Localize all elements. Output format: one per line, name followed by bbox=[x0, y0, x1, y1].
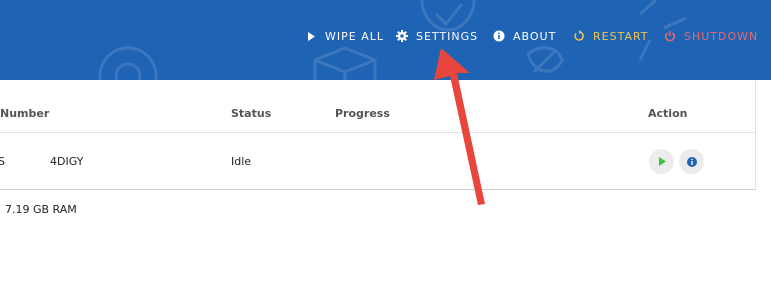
info-icon bbox=[686, 156, 697, 167]
wipe-all-button[interactable]: WIPE ALL bbox=[305, 28, 384, 44]
row-number: 4DIGY bbox=[50, 155, 84, 168]
drives-table bbox=[0, 80, 756, 190]
header-divider bbox=[0, 132, 755, 133]
restart-button[interactable]: RESTART bbox=[573, 28, 649, 44]
settings-label: SETTINGS bbox=[416, 29, 479, 43]
restart-icon bbox=[573, 30, 585, 42]
row-number-prefix: S bbox=[0, 155, 5, 168]
settings-button[interactable]: SETTINGS bbox=[396, 28, 478, 44]
drive-info-button[interactable] bbox=[679, 149, 704, 174]
column-header-progress: Progress bbox=[335, 107, 390, 120]
info-icon bbox=[493, 30, 505, 42]
background-decoration bbox=[98, 0, 687, 80]
column-header-action: Action bbox=[648, 107, 688, 120]
column-header-status: Status bbox=[231, 107, 272, 120]
play-triangle-icon bbox=[305, 30, 317, 42]
start-wipe-button[interactable] bbox=[649, 149, 674, 174]
about-label: ABOUT bbox=[513, 29, 557, 43]
ram-info: 7.19 GB RAM bbox=[5, 203, 77, 216]
column-header-number: Number bbox=[0, 107, 50, 120]
gear-icon bbox=[396, 30, 408, 42]
top-bar: WIPE ALL SETTINGS ABOUT RESTART SHUTDOWN bbox=[0, 0, 771, 80]
shutdown-label: SHUTDOWN bbox=[684, 29, 759, 43]
about-button[interactable]: ABOUT bbox=[493, 28, 556, 44]
shutdown-button[interactable]: SHUTDOWN bbox=[664, 28, 758, 44]
restart-label: RESTART bbox=[593, 29, 649, 43]
play-icon bbox=[658, 157, 666, 166]
power-icon bbox=[664, 30, 676, 42]
wipe-all-label: WIPE ALL bbox=[325, 29, 384, 43]
row-status: Idle bbox=[231, 155, 252, 168]
